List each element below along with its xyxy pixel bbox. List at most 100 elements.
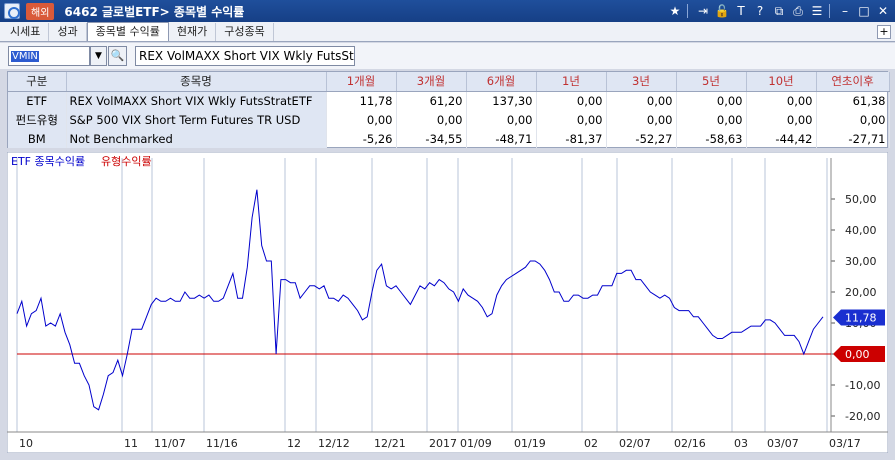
- table-cell: -81,37: [536, 129, 607, 148]
- table-cell: -48,71: [466, 129, 537, 148]
- y-tick-label: 50,00: [845, 193, 877, 206]
- ticker-value: VMIN: [11, 50, 39, 62]
- table-row[interactable]: ETF REX VolMAXX Short VIX Wkly FutsStrat…: [8, 91, 890, 110]
- x-tick-label: 12: [287, 437, 301, 450]
- column-header: 10년: [746, 72, 817, 92]
- column-header: 5년: [676, 72, 747, 92]
- chevron-down-icon[interactable]: ▼: [90, 46, 107, 66]
- tab-performance[interactable]: 성과: [49, 23, 87, 41]
- legend-type-label: 유형수익률: [101, 155, 152, 168]
- security-name-field: REX VolMAXX Short VIX Wkly FutsStrat: [135, 46, 355, 66]
- table-cell: 0,00: [466, 110, 537, 129]
- app-icon: [4, 3, 20, 19]
- settings-icon[interactable]: ☰: [809, 3, 825, 19]
- column-header: 구분: [8, 72, 67, 92]
- x-tick-label: 11/16: [206, 437, 238, 450]
- y-tick-label: -10,00: [845, 379, 880, 392]
- help-icon[interactable]: ?: [752, 3, 768, 19]
- x-tick-label: 11: [124, 437, 138, 450]
- row-type: ETF: [8, 91, 67, 110]
- table-cell: 137,30: [466, 91, 537, 110]
- column-header: 1개월: [326, 72, 397, 92]
- table-cell: 0,00: [606, 110, 677, 129]
- close-icon[interactable]: ✕: [875, 3, 891, 19]
- row-type: BM: [8, 129, 67, 148]
- row-type: 펀드유형: [8, 110, 67, 129]
- add-tab-button[interactable]: +: [877, 25, 891, 39]
- column-header: 연초이후: [816, 72, 890, 92]
- window-title: 6462 글로벌ETF> 종목별 수익률: [64, 4, 245, 19]
- table-cell: -58,63: [676, 129, 747, 148]
- titlebar-divider: [829, 4, 830, 18]
- search-row: VMIN ▼ 🔍 REX VolMAXX Short VIX Wkly Futs…: [0, 43, 895, 69]
- type-value-tag-label: 0,00: [845, 348, 870, 361]
- table-cell: 61,38: [816, 91, 890, 110]
- x-tick-label: 12/21: [374, 437, 406, 450]
- text-icon[interactable]: T: [733, 3, 749, 19]
- column-header: 3개월: [396, 72, 467, 92]
- titlebar-divider: [687, 4, 688, 18]
- print-icon[interactable]: ⎙: [790, 3, 806, 19]
- table-cell: 0,00: [746, 110, 817, 129]
- returns-chart: ETF 종목수익률 유형수익률 50,0040,0030,0020,0010,0…: [7, 152, 888, 453]
- table-cell: -44,42: [746, 129, 817, 148]
- maximize-icon[interactable]: □: [856, 3, 872, 19]
- tab-constituents[interactable]: 구성종목: [216, 23, 274, 41]
- x-tick-label: 01/09: [460, 437, 492, 450]
- table-cell: 11,78: [326, 91, 397, 110]
- search-icon[interactable]: 🔍: [108, 46, 127, 66]
- link-icon[interactable]: ⧉: [771, 3, 787, 19]
- x-tick-label: 2017: [429, 437, 457, 450]
- x-tick-label: 03: [734, 437, 748, 450]
- lock-icon[interactable]: 🔓: [714, 3, 730, 19]
- tab-quotes[interactable]: 시세표: [2, 23, 50, 41]
- minimize-icon[interactable]: –: [837, 3, 853, 19]
- y-tick-label: -20,00: [845, 410, 880, 423]
- table-cell: 61,20: [396, 91, 467, 110]
- row-name: Not Benchmarked: [66, 129, 327, 148]
- table-row[interactable]: 펀드유형 S&P 500 VIX Short Term Futures TR U…: [8, 110, 890, 129]
- column-header: 3년: [606, 72, 677, 92]
- returns-table: 구분 종목명 1개월 3개월 6개월 1년 3년 5년 10년 연초이후 ETF…: [7, 71, 890, 148]
- x-tick-label: 11/07: [154, 437, 186, 450]
- y-tick-label: 20,00: [845, 286, 877, 299]
- ticker-input[interactable]: VMIN: [8, 46, 90, 66]
- x-tick-label: 10: [19, 437, 33, 450]
- table-cell: 0,00: [536, 110, 607, 129]
- table-cell: 0,00: [606, 91, 677, 110]
- table-header-row: 구분 종목명 1개월 3개월 6개월 1년 3년 5년 10년 연초이후: [8, 72, 890, 92]
- column-header: 1년: [536, 72, 607, 92]
- x-tick-label: 02: [584, 437, 598, 450]
- row-name: S&P 500 VIX Short Term Futures TR USD: [66, 110, 327, 129]
- etf-value-tag-label: 11,78: [845, 311, 877, 324]
- table-cell: 0,00: [536, 91, 607, 110]
- tab-returns-by-item[interactable]: 종목별 수익률: [86, 22, 169, 41]
- tab-bar: 시세표 성과 종목별 수익률 현재가 구성종목 +: [0, 22, 895, 42]
- x-tick-label: 01/19: [514, 437, 546, 450]
- table-cell: -52,27: [606, 129, 677, 148]
- x-tick-label: 02/16: [674, 437, 706, 450]
- title-bar: 해외 6462 글로벌ETF> 종목별 수익률 ★ ⇥ 🔓 T ? ⧉ ⎙ ☰ …: [0, 0, 895, 22]
- table-cell: 0,00: [396, 110, 467, 129]
- table-cell: -5,26: [326, 129, 397, 148]
- tab-current-price[interactable]: 현재가: [169, 23, 217, 41]
- table-cell: 0,00: [676, 91, 747, 110]
- legend-etf-label: ETF 종목수익률: [11, 155, 85, 168]
- x-tick-label: 03/17: [829, 437, 861, 450]
- table-cell: 0,00: [816, 110, 890, 129]
- table-cell: -27,71: [816, 129, 890, 148]
- export-icon[interactable]: ⇥: [695, 3, 711, 19]
- x-tick-label: 12/12: [318, 437, 350, 450]
- star-icon[interactable]: ★: [667, 3, 683, 19]
- column-header: 6개월: [466, 72, 537, 92]
- table-cell: -34,55: [396, 129, 467, 148]
- table-cell: 0,00: [676, 110, 747, 129]
- table-cell: 0,00: [326, 110, 397, 129]
- chart-background: [7, 152, 888, 453]
- x-tick-label: 02/07: [619, 437, 651, 450]
- row-name: REX VolMAXX Short VIX Wkly FutsStratETF: [66, 91, 327, 110]
- table-cell: 0,00: [746, 91, 817, 110]
- table-row[interactable]: BM Not Benchmarked -5,26 -34,55 -48,71 -…: [8, 129, 890, 148]
- column-header: 종목명: [66, 72, 327, 92]
- overseas-badge: 해외: [26, 2, 55, 20]
